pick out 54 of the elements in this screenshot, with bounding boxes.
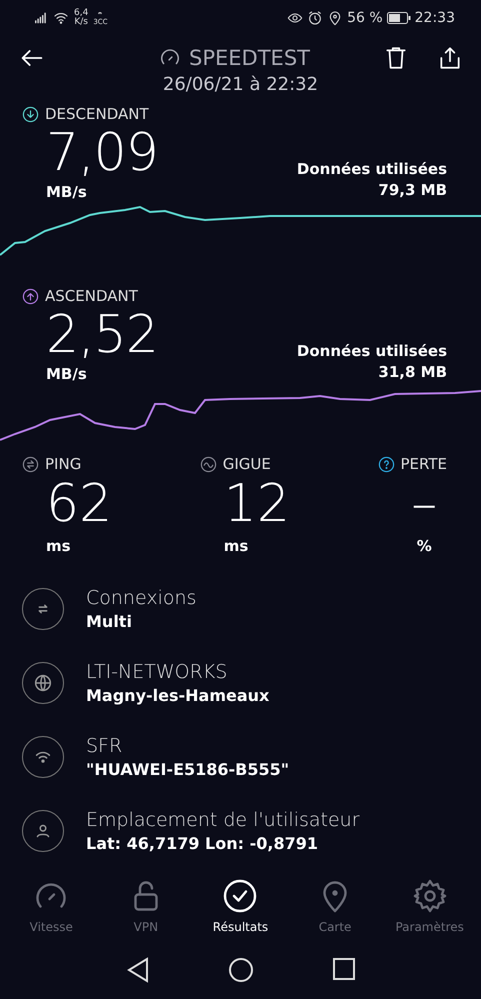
metric-unit: ms: [224, 537, 250, 555]
test-date: 26/06/21 à 22:32: [162, 74, 320, 95]
battery-icon: [386, 12, 411, 24]
metric-unit: %: [416, 537, 432, 555]
back-button[interactable]: [126, 957, 150, 983]
clock-time: 22:33: [414, 10, 455, 26]
gear-icon: [412, 878, 448, 914]
app-title: SPEEDTEST: [189, 46, 310, 70]
ping-icon: [22, 456, 39, 472]
nav-tab[interactable]: Vitesse: [6, 878, 96, 934]
help-icon: [378, 456, 394, 472]
speed-value: 2,52: [46, 305, 158, 365]
battery-percent: 56 %: [347, 10, 383, 26]
metric-label: GIGUE: [222, 455, 271, 473]
test-label: DESCENDANT: [45, 105, 149, 123]
detail-title: Emplacement de l'utilisateur: [86, 809, 360, 831]
speed-value: 7,09: [46, 123, 158, 183]
detail-value: Lat: 46,7179 Lon: -0,8791: [86, 834, 319, 853]
wave-icon: [200, 456, 217, 472]
recents-icon: [332, 957, 356, 981]
back-icon: [126, 957, 150, 983]
data-used-value: 31,8 MB: [377, 362, 447, 383]
wifi-icon: [53, 10, 69, 26]
detail-title: SFR: [86, 735, 124, 757]
nav-tab[interactable]: VPN: [100, 878, 191, 934]
network-speed-unit: K/s: [74, 18, 88, 27]
nav-tab[interactable]: Paramètres: [384, 878, 475, 934]
detail-value: Magny-les-Hameaux: [86, 686, 270, 705]
nav-tab[interactable]: Carte: [290, 878, 380, 934]
signal-icon: [34, 11, 48, 25]
speed-unit: MB/s: [46, 183, 88, 201]
globe-icon: [32, 672, 54, 694]
home-icon: [228, 957, 254, 983]
nav-tab[interactable]: Résultats: [195, 878, 286, 934]
speed-unit: MB/s: [46, 365, 88, 383]
alarm-icon: [307, 10, 324, 26]
detail-value: Multi: [86, 612, 133, 631]
check-circle-icon: [222, 878, 258, 914]
detail-title: Connexions: [86, 587, 196, 609]
metric-value: 12: [224, 473, 290, 535]
data-used-label: Données utilisées: [296, 341, 447, 362]
metric-value: 62: [46, 473, 112, 535]
metric-value: –: [411, 473, 438, 535]
recents-button[interactable]: [332, 957, 356, 983]
test-label: ASCENDANT: [45, 287, 138, 305]
home-button[interactable]: [228, 957, 254, 983]
data-used-label: Données utilisées: [296, 159, 447, 180]
metric-label: PERTE: [400, 455, 447, 473]
metric-label: PING: [45, 455, 82, 473]
detail-value: "HUAWEI-E5186-B555": [86, 760, 290, 779]
metric-unit: ms: [46, 537, 72, 555]
network-speed: 6,4: [74, 9, 88, 18]
detail-title: LTI-NETWORKS: [86, 661, 228, 683]
data-used-value: 79,3 MB: [377, 180, 447, 201]
